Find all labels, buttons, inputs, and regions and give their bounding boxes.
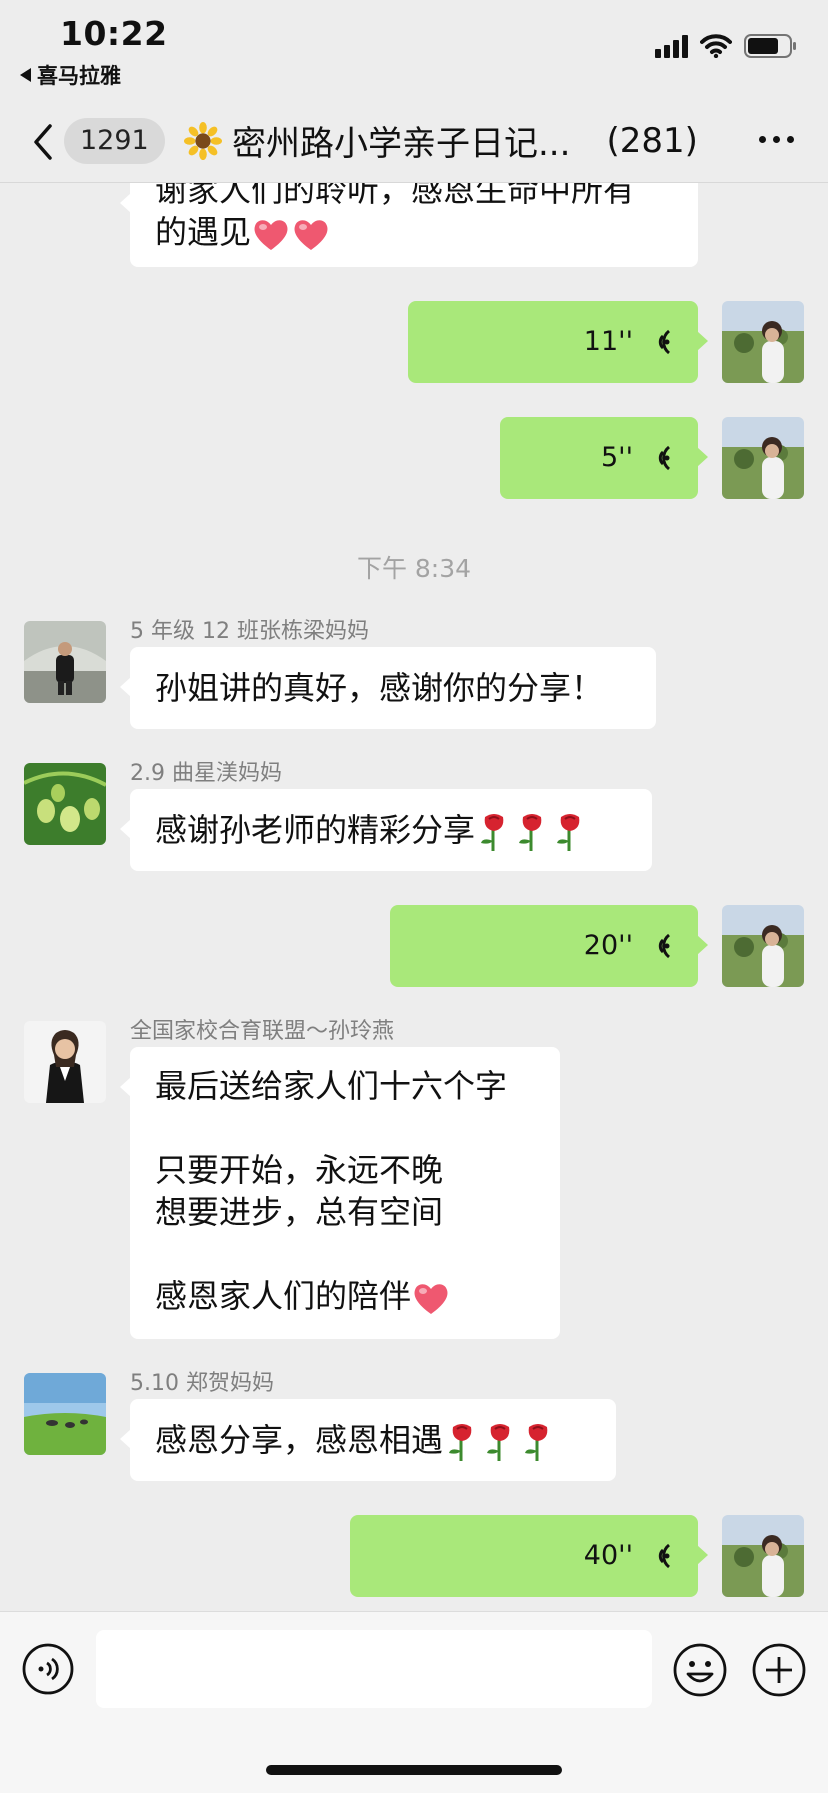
message-bubble[interactable]: 感谢孙老师的精彩分享 [120,789,652,871]
message-bubble[interactable]: 最后送给家人们十六个字 只要开始，永远不晚 想要进步，总有空间 感恩家人们的陪伴 [120,1047,560,1339]
rose-emoji-icon [487,1424,510,1461]
battery-icon [744,34,796,58]
cellular-signal-icon [655,34,688,58]
back-to-app-link[interactable]: 喜马拉雅 [20,60,121,90]
message-list[interactable]: 谢家人们的聆听，感恩生命中所有 的遇见 11'' 5'' 下午 8:34 5 年… [0,183,828,1611]
heart-emoji-icon [254,220,288,250]
my-avatar[interactable] [722,301,804,383]
chat-title[interactable]: 密州路小学亲子日记... (281) [184,116,698,165]
sender-name: 5 年级 12 班张栋梁妈妈 [130,619,369,644]
message-input[interactable] [96,1630,652,1708]
message-line: 想要进步，总有空间 [155,1193,444,1231]
rose-emoji-icon [481,814,504,851]
voice-input-toggle-icon[interactable] [21,1642,75,1696]
message-line: 感恩家人们的陪伴 [155,1277,412,1315]
group-name: 密州路小学亲子日记... [232,124,571,164]
voice-wave-icon [658,1543,671,1569]
sender-avatar[interactable] [24,763,106,845]
message-text: 感谢孙老师的精彩分享 [155,811,476,849]
message-line: 的遇见 [155,213,252,251]
back-app-label: 喜马拉雅 [37,64,121,88]
voice-duration: 20'' [583,930,633,961]
wifi-icon [700,34,732,58]
voice-wave-icon [658,933,671,959]
message-text: 孙姐讲的真好，感谢你的分享！ [155,669,604,707]
unread-count-badge[interactable]: 1291 [64,118,165,164]
sender-name: 5.10 郑贺妈妈 [130,1371,274,1396]
more-functions-plus-icon[interactable] [751,1642,807,1698]
message-text: 感恩分享，感恩相遇 [155,1421,444,1459]
voice-duration: 40'' [583,1540,633,1571]
home-indicator[interactable] [266,1765,562,1775]
voice-duration: 11'' [583,326,633,357]
voice-wave-icon [658,329,671,355]
time-divider: 下午 8:34 [356,554,472,583]
more-options-icon[interactable] [759,136,794,143]
message-bubble[interactable]: 谢家人们的聆听，感恩生命中所有 的遇见 [120,183,698,267]
sunflower-icon [184,121,222,160]
voice-message-bubble[interactable]: 20'' [390,905,708,987]
message-bubble[interactable]: 孙姐讲的真好，感谢你的分享！ [120,647,656,729]
input-bar [0,1611,828,1793]
sender-name: 全国家校合育联盟～孙玲燕 [130,1019,395,1044]
back-chevron-icon[interactable] [26,122,60,162]
system-icons [655,34,798,58]
rose-emoji-icon [525,1424,548,1461]
heart-emoji-icon [414,1284,448,1314]
chat-header: 1291 密州路小学亲子日记... (281) [0,100,828,183]
sender-avatar[interactable] [24,621,106,703]
sender-name: 2.9 曲星渼妈妈 [130,761,282,786]
emoji-picker-icon[interactable] [672,1642,728,1698]
message-line: 只要开始，永远不晚 [155,1151,444,1189]
voice-wave-icon [658,445,671,471]
voice-message-bubble[interactable]: 11'' [408,301,708,383]
rose-emoji-icon [519,814,542,851]
my-avatar[interactable] [722,1515,804,1597]
rose-emoji-icon [449,1424,472,1461]
sender-avatar[interactable] [24,1373,106,1455]
message-line: 谢家人们的聆听，感恩生命中所有 [155,183,636,209]
heart-emoji-icon [294,220,328,250]
clock: 10:22 [60,14,168,53]
sender-avatar[interactable] [24,1021,106,1103]
my-avatar[interactable] [722,417,804,499]
voice-duration: 5'' [600,442,633,473]
rose-emoji-icon [557,814,580,851]
message-bubble[interactable]: 感恩分享，感恩相遇 [120,1399,616,1481]
voice-message-bubble[interactable]: 5'' [500,417,708,499]
my-avatar[interactable] [722,905,804,987]
member-count: (281) [606,120,698,161]
status-bar: 10:22 喜马拉雅 [0,0,828,110]
message-line: 最后送给家人们十六个字 [155,1067,508,1105]
back-triangle-icon [20,68,31,82]
voice-message-bubble[interactable]: 40'' [350,1515,708,1597]
